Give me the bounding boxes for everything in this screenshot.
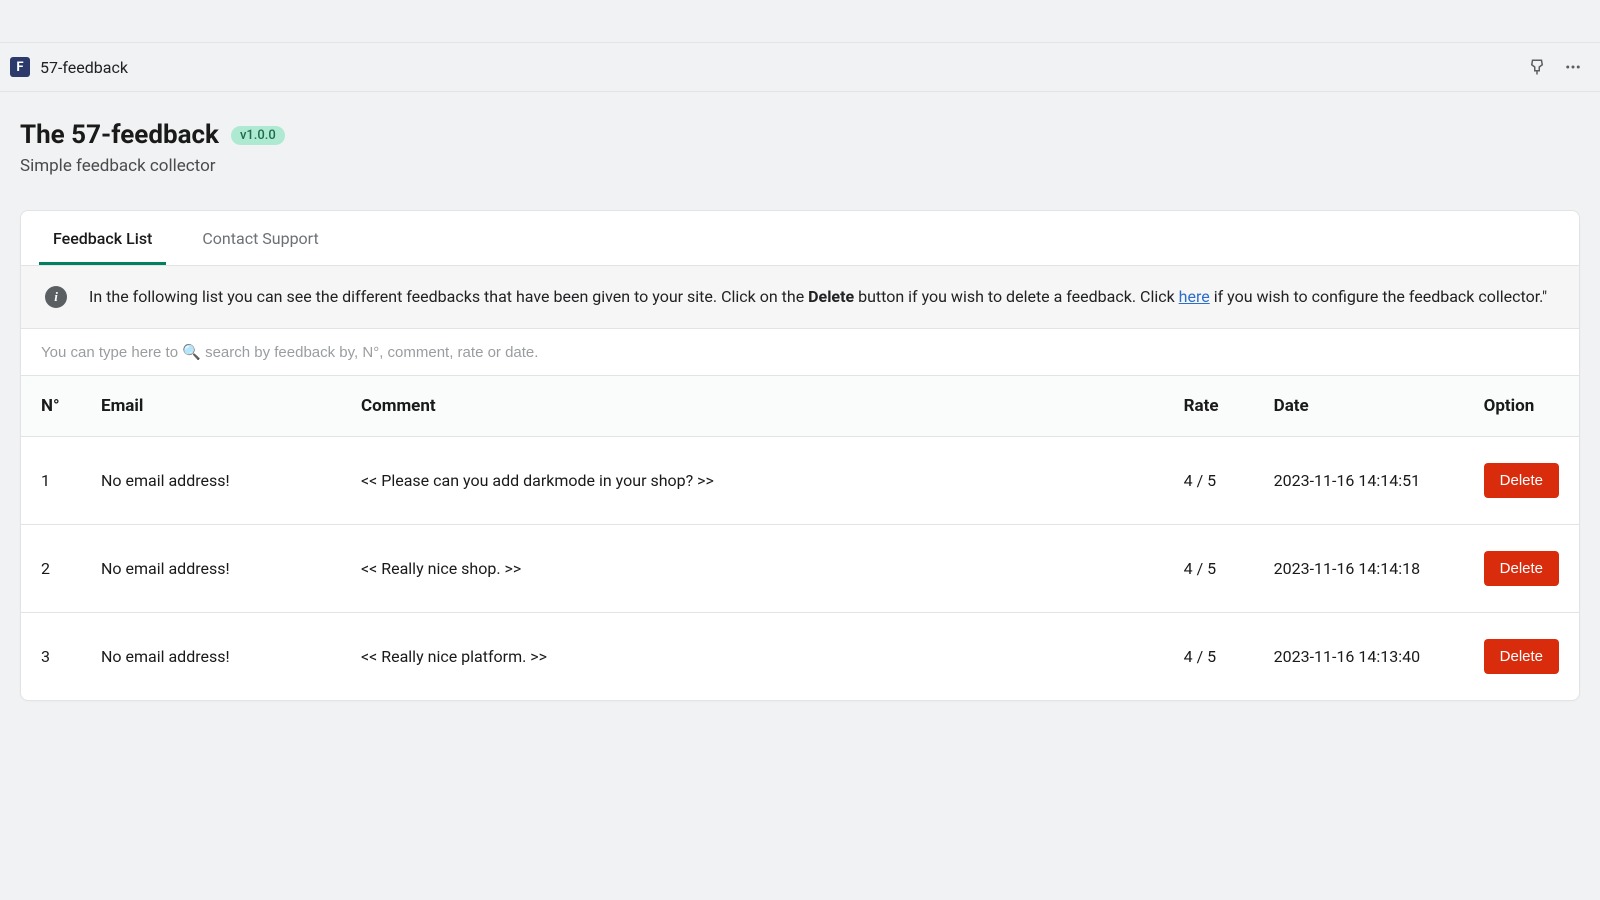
cell-rate: 4 / 5: [1164, 613, 1254, 701]
delete-button[interactable]: Delete: [1484, 639, 1559, 674]
table-row: 2No email address!<< Really nice shop. >…: [21, 525, 1579, 613]
main-card: Feedback List Contact Support i In the fo…: [20, 210, 1580, 701]
cell-comment: << Really nice shop. >>: [341, 525, 1164, 613]
app-name: 57-feedback: [40, 58, 128, 77]
topbar-right: [1528, 58, 1582, 76]
cell-email: No email address!: [81, 525, 341, 613]
content: The 57-feedback v1.0.0 Simple feedback c…: [0, 92, 1600, 729]
feedback-table: N°EmailCommentRateDateOption 1No email a…: [21, 376, 1579, 700]
search-row: [21, 329, 1579, 376]
cell-date: 2023-11-16 14:14:51: [1254, 437, 1464, 525]
app-logo-icon: F: [10, 57, 30, 77]
cell-rate: 4 / 5: [1164, 437, 1254, 525]
cell-comment: << Please can you add darkmode in your s…: [341, 437, 1164, 525]
heading-row: The 57-feedback v1.0.0: [20, 120, 1580, 150]
info-text-part2: button if you wish to delete a feedback.…: [854, 287, 1179, 306]
info-text-part1: In the following list you can see the di…: [89, 287, 808, 306]
info-text: In the following list you can see the di…: [89, 284, 1547, 310]
table-header-row: N°EmailCommentRateDateOption: [21, 376, 1579, 437]
col-header-date: Date: [1254, 376, 1464, 437]
topbar: F 57-feedback: [0, 42, 1600, 92]
page-subtitle: Simple feedback collector: [20, 156, 1580, 176]
table-row: 3No email address!<< Really nice platfor…: [21, 613, 1579, 701]
cell-email: No email address!: [81, 613, 341, 701]
info-text-part3: if you wish to configure the feedback co…: [1214, 287, 1547, 306]
table-row: 1No email address!<< Please can you add …: [21, 437, 1579, 525]
cell-num: 1: [21, 437, 81, 525]
info-icon: i: [45, 286, 67, 308]
info-text-bold: Delete: [808, 287, 854, 306]
col-header-option: Option: [1464, 376, 1579, 437]
cell-option: Delete: [1464, 525, 1579, 613]
col-header-n: N°: [21, 376, 81, 437]
cell-option: Delete: [1464, 613, 1579, 701]
version-badge: v1.0.0: [231, 126, 285, 145]
delete-button[interactable]: Delete: [1484, 551, 1559, 586]
tab-feedback-list[interactable]: Feedback List: [39, 211, 166, 265]
tab-contact-support[interactable]: Contact Support: [188, 211, 332, 265]
search-input[interactable]: [41, 344, 1559, 361]
info-banner: i In the following list you can see the …: [21, 266, 1579, 329]
col-header-comment: Comment: [341, 376, 1164, 437]
configure-link[interactable]: here: [1179, 287, 1210, 306]
tabs: Feedback List Contact Support: [21, 211, 1579, 266]
cell-comment: << Really nice platform. >>: [341, 613, 1164, 701]
delete-button[interactable]: Delete: [1484, 463, 1559, 498]
col-header-email: Email: [81, 376, 341, 437]
page-title: The 57-feedback: [20, 120, 219, 150]
cell-num: 2: [21, 525, 81, 613]
topbar-left: F 57-feedback: [10, 57, 128, 77]
cell-email: No email address!: [81, 437, 341, 525]
table-body: 1No email address!<< Please can you add …: [21, 437, 1579, 701]
more-icon[interactable]: [1564, 58, 1582, 76]
cell-num: 3: [21, 613, 81, 701]
cell-date: 2023-11-16 14:13:40: [1254, 613, 1464, 701]
cell-date: 2023-11-16 14:14:18: [1254, 525, 1464, 613]
cell-option: Delete: [1464, 437, 1579, 525]
col-header-rate: Rate: [1164, 376, 1254, 437]
cell-rate: 4 / 5: [1164, 525, 1254, 613]
pin-icon[interactable]: [1528, 58, 1546, 76]
